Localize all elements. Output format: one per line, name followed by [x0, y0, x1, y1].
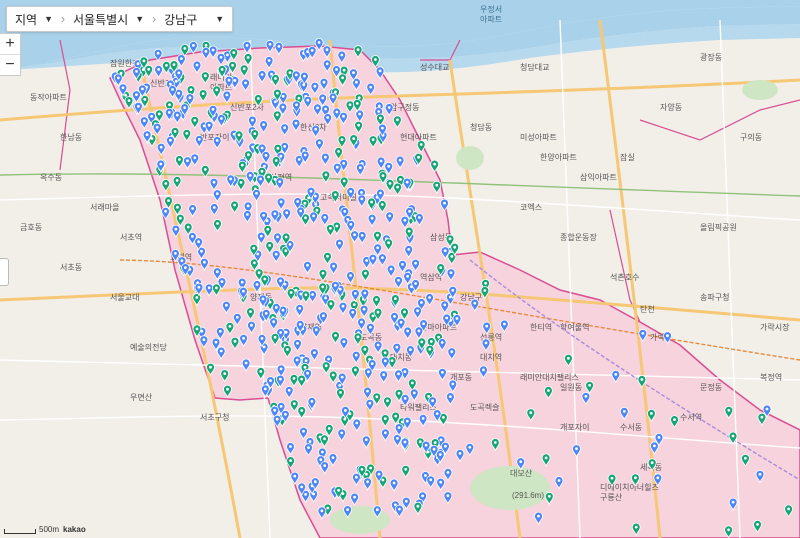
region-select[interactable]: 지역 ▼	[7, 7, 61, 31]
map-label: 현대아파트	[400, 132, 437, 142]
map-label: 강남구	[460, 292, 482, 302]
map-label: 종합운동장	[560, 232, 597, 242]
map-label: 디에이치아너힐즈	[600, 482, 659, 492]
region-breadcrumb: 지역 ▼ › 서울특별시 ▼ › 강남구 ▼	[6, 6, 234, 32]
map-label: 청담대교	[520, 62, 549, 72]
chevron-down-icon: ▼	[215, 14, 225, 24]
map-label: 올림픽공원	[700, 222, 737, 232]
map-label: 서래마을	[90, 203, 119, 212]
map-label: 미성아파트	[520, 132, 557, 142]
scale-bar-line	[4, 529, 36, 534]
map-label: 서초역	[120, 232, 142, 242]
zoom-out-button[interactable]: −	[0, 55, 20, 75]
map-label: 예술의전당	[130, 342, 167, 352]
provider-logo: kakao	[63, 525, 86, 534]
map-label: 문정동	[700, 382, 722, 392]
map-label: 자양동	[660, 103, 682, 112]
map-label: 가락시장	[760, 322, 790, 332]
map-label: 복정역	[760, 372, 782, 382]
city-label: 서울특별시	[73, 12, 129, 27]
map-label: 서초동	[60, 263, 82, 272]
map-label: 삼익아파트	[580, 172, 617, 182]
map-label: 서울교대	[110, 293, 139, 302]
panel-toggle-handle[interactable]	[0, 258, 9, 286]
map-label: 청담동	[470, 122, 492, 132]
city-select[interactable]: 서울특별시 ▼	[65, 7, 152, 31]
map-label: 학여울역	[560, 322, 589, 332]
map-label: 잠실	[620, 152, 635, 162]
map-canvas[interactable]: 동부이촌우정서아파트잠원한강신반포래미안아파트동작아파트신반포2차한신2차반포자…	[0, 0, 800, 538]
map-label: 금호동	[20, 223, 42, 232]
map-label: 우면산	[130, 392, 153, 402]
map-label: 탄천	[640, 304, 655, 314]
map-label: 한티역	[530, 322, 552, 332]
chevron-down-icon: ▼	[135, 14, 145, 24]
scale-bar: 500m kakao	[4, 525, 86, 534]
district-label: 강남구	[164, 12, 198, 27]
region-label: 지역	[15, 12, 38, 27]
map-label: 래미안대치팰리스	[520, 372, 579, 382]
map-label: 도곡렉슬	[470, 402, 499, 412]
map-label: 역삼역	[420, 272, 442, 282]
map-label: 코엑스	[520, 202, 542, 212]
map-label: 수서역	[680, 412, 702, 422]
map-label: 우정서	[480, 4, 502, 14]
map-label: 서초구청	[200, 413, 229, 422]
map-label: 송파구청	[700, 293, 729, 302]
map-label: 성수대교	[420, 63, 449, 72]
map-label: 옥수동	[40, 173, 62, 182]
map-label: 일원동	[560, 383, 582, 392]
map-label: 동작아파트	[30, 92, 67, 102]
map-label: 광장동	[700, 52, 722, 62]
map-label: 대모산	[510, 468, 533, 478]
district-select[interactable]: 강남구 ▼	[156, 7, 232, 31]
map-label: 수서동	[620, 423, 642, 432]
map-label: 아파트	[480, 14, 502, 24]
zoom-in-button[interactable]: +	[0, 34, 20, 55]
map-label: 압구정동	[390, 102, 419, 112]
map-label: 대치역	[480, 352, 502, 362]
chevron-down-icon: ▼	[44, 14, 54, 24]
scale-distance: 500m	[39, 525, 60, 534]
map-label: 한양아파트	[540, 152, 577, 162]
map-label: 개포자이	[560, 422, 589, 432]
map-label: 석촌호수	[610, 272, 639, 282]
map-label: 구룡산	[600, 492, 623, 502]
map-label: 구의동	[740, 132, 762, 142]
map-label: 한남동	[60, 133, 82, 142]
map-label: (291.6m)	[512, 491, 544, 500]
zoom-control: + −	[0, 33, 21, 76]
